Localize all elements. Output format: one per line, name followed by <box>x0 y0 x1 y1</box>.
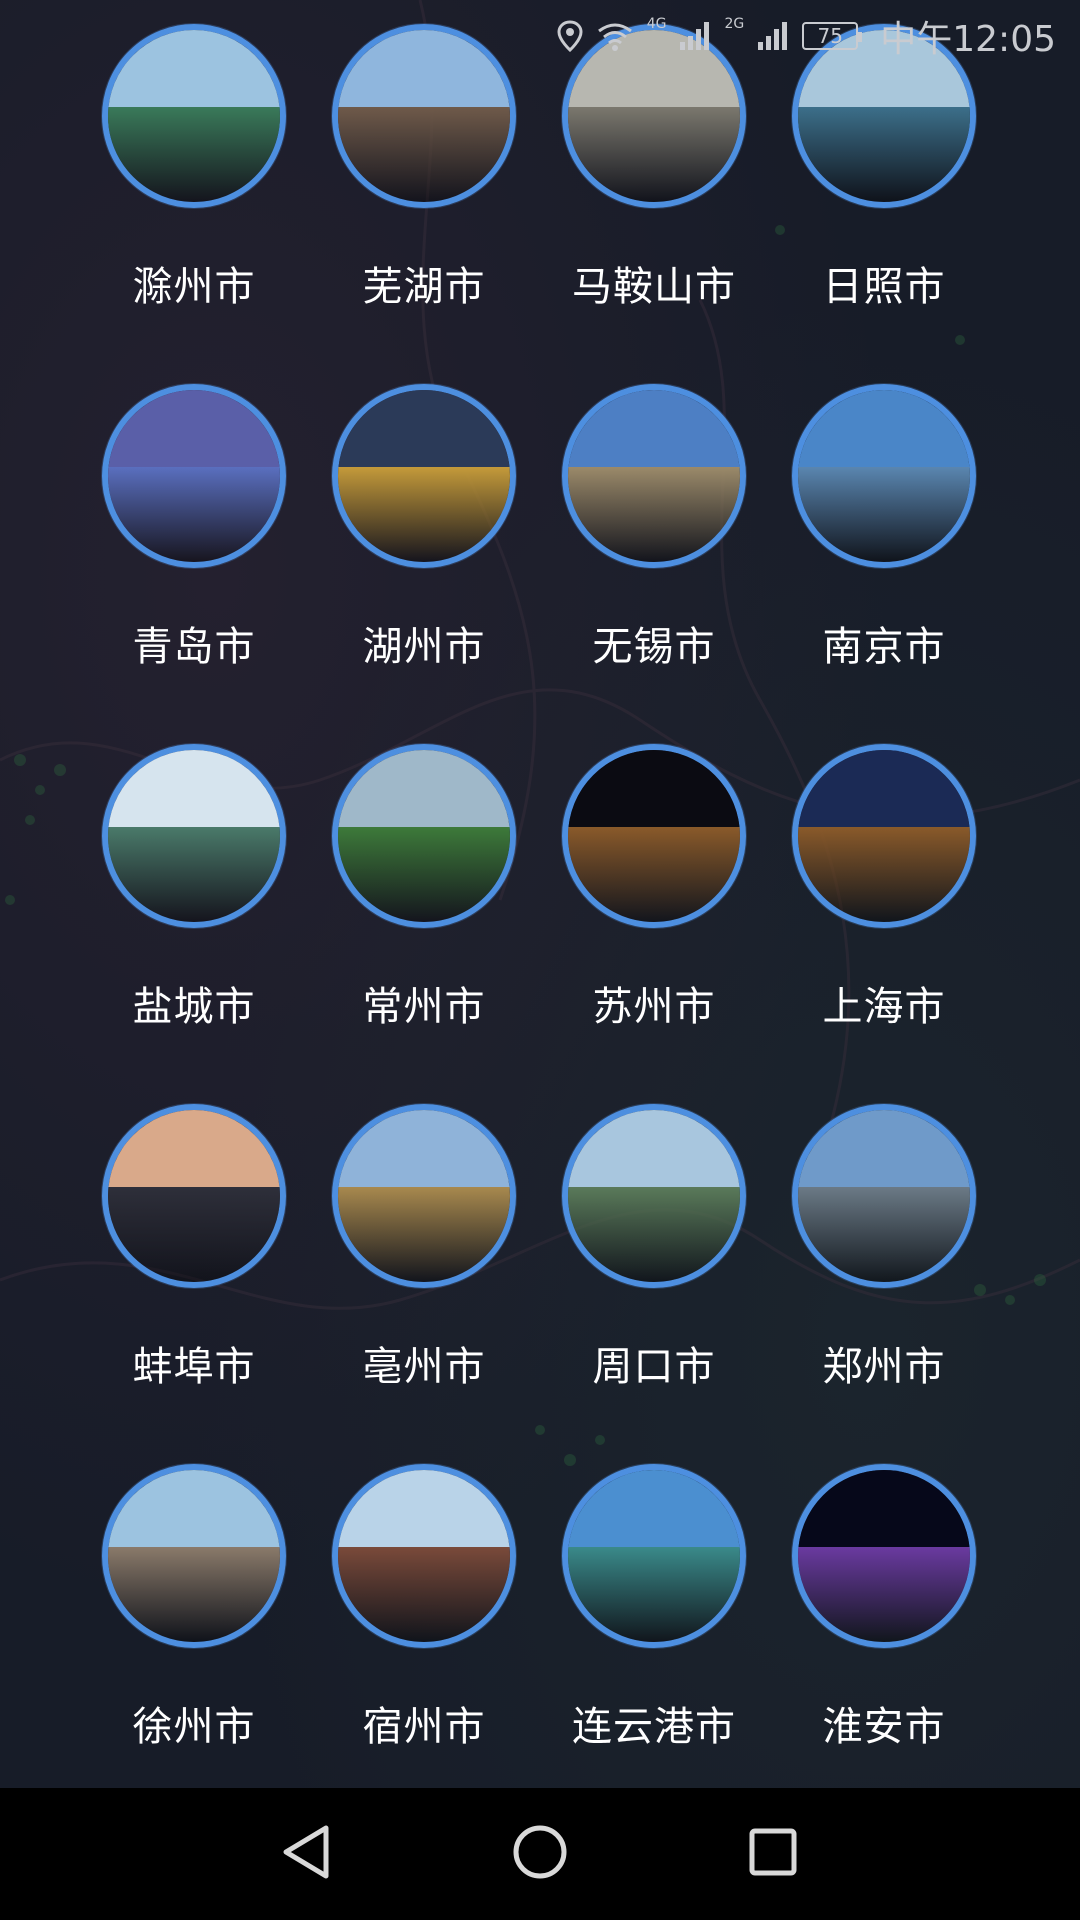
recent-apps-button[interactable] <box>728 1809 818 1899</box>
status-time: 中午12:05 <box>880 19 1056 60</box>
city-name: 芜湖市 <box>362 264 486 310</box>
city-photo <box>562 1464 746 1648</box>
navigation-bar <box>0 1788 1080 1920</box>
city-name: 蚌埠市 <box>132 1344 256 1390</box>
city-name: 常州市 <box>362 984 486 1030</box>
back-button[interactable] <box>262 1809 352 1899</box>
location-icon <box>557 20 583 52</box>
city-name: 宿州市 <box>362 1704 486 1750</box>
city-item-shanghai[interactable]: 上海市 <box>768 744 1000 1074</box>
city-photo <box>562 1104 746 1288</box>
city-photo <box>102 1464 286 1648</box>
city-name: 苏州市 <box>592 984 716 1030</box>
city-photo <box>332 384 516 568</box>
city-item-wuhu[interactable]: 芜湖市 <box>308 24 540 354</box>
city-photo <box>332 1104 516 1288</box>
city-item-huaian[interactable]: 淮安市 <box>768 1464 1000 1794</box>
city-name: 连云港市 <box>572 1704 736 1750</box>
city-photo <box>792 1104 976 1288</box>
city-grid: 滁州市 芜湖市 马鞍山市 日照市 青岛市 湖州市 无锡市 南京市 盐城市 常州市… <box>0 0 1080 1788</box>
city-name: 滁州市 <box>132 264 256 310</box>
city-item-huzhou[interactable]: 湖州市 <box>308 384 540 714</box>
network-type-2: 2G <box>724 16 745 32</box>
home-icon <box>512 1824 568 1884</box>
city-name: 日照市 <box>822 264 946 310</box>
city-item-lianyungang[interactable]: 连云港市 <box>538 1464 770 1794</box>
network-type-1: 4G <box>646 16 667 32</box>
city-item-rizhao[interactable]: 日照市 <box>768 24 1000 354</box>
city-name: 淮安市 <box>822 1704 946 1750</box>
city-photo <box>102 744 286 928</box>
city-photo <box>792 744 976 928</box>
city-item-wuxi[interactable]: 无锡市 <box>538 384 770 714</box>
city-name: 亳州市 <box>362 1344 486 1390</box>
city-photo <box>332 744 516 928</box>
recent-apps-icon <box>748 1827 798 1881</box>
signal-icon <box>678 20 712 52</box>
city-name: 湖州市 <box>362 624 486 670</box>
city-item-zhengzhou[interactable]: 郑州市 <box>768 1104 1000 1434</box>
city-photo <box>792 384 976 568</box>
city-item-yancheng[interactable]: 盐城市 <box>78 744 310 1074</box>
city-item-suzhou-anhui[interactable]: 宿州市 <box>308 1464 540 1794</box>
city-name: 无锡市 <box>592 624 716 670</box>
battery-icon: 75 <box>802 22 863 50</box>
city-item-maanshan[interactable]: 马鞍山市 <box>538 24 770 354</box>
city-photo <box>792 1464 976 1648</box>
city-name: 上海市 <box>822 984 946 1030</box>
city-item-changzhou[interactable]: 常州市 <box>308 744 540 1074</box>
city-photo <box>102 1104 286 1288</box>
city-item-chuzhou[interactable]: 滁州市 <box>78 24 310 354</box>
city-name: 周口市 <box>592 1344 716 1390</box>
back-icon <box>280 1824 334 1884</box>
city-item-xuzhou[interactable]: 徐州市 <box>78 1464 310 1794</box>
city-item-suzhou[interactable]: 苏州市 <box>538 744 770 1074</box>
city-name: 青岛市 <box>132 624 256 670</box>
city-name: 南京市 <box>822 624 946 670</box>
city-item-nanjing[interactable]: 南京市 <box>768 384 1000 714</box>
status-bar: 4G 2G 75 中午12:05 <box>0 0 1080 72</box>
city-photo <box>332 1464 516 1648</box>
city-item-zhoukou[interactable]: 周口市 <box>538 1104 770 1434</box>
app-screen: 4G 2G 75 中午12:05 滁州市 芜湖市 马鞍山市 日照市 青岛市 湖州… <box>0 0 1080 1920</box>
city-name: 马鞍山市 <box>572 264 736 310</box>
city-photo <box>562 384 746 568</box>
city-photo <box>562 744 746 928</box>
city-item-bengbu[interactable]: 蚌埠市 <box>78 1104 310 1434</box>
city-name: 郑州市 <box>822 1344 946 1390</box>
signal-icon-2 <box>756 20 790 52</box>
city-item-bozhou[interactable]: 亳州市 <box>308 1104 540 1434</box>
city-photo <box>102 384 286 568</box>
city-name: 徐州市 <box>132 1704 256 1750</box>
city-item-qingdao[interactable]: 青岛市 <box>78 384 310 714</box>
city-name: 盐城市 <box>132 984 256 1030</box>
home-button[interactable] <box>495 1809 585 1899</box>
wifi-icon <box>595 21 635 51</box>
